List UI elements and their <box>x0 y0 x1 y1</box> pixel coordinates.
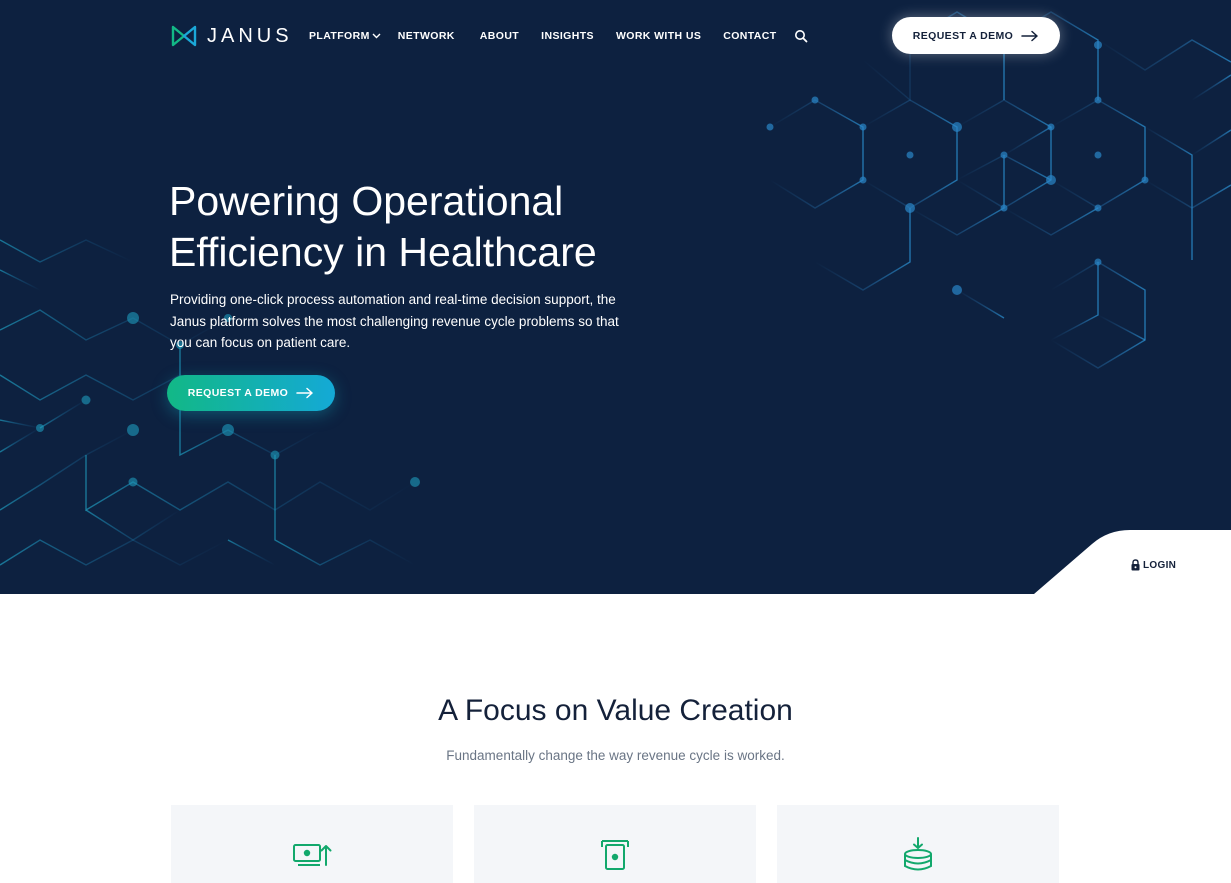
value-section-subtitle: Fundamentally change the way revenue cyc… <box>446 748 785 763</box>
value-section-title: A Focus on Value Creation <box>438 694 793 727</box>
search-icon[interactable] <box>794 29 808 43</box>
nav-item-work-with-us[interactable]: WORK WITH US <box>616 30 701 42</box>
arrow-right-icon <box>296 387 313 399</box>
janus-logo[interactable]: JANUS <box>171 24 293 48</box>
money-upload-icon <box>293 844 332 866</box>
hero-description: Providing one-click process automation a… <box>170 292 619 350</box>
coin-stack-download-icon <box>904 837 932 871</box>
hero-title-line-2: Efficiency in Healthcare <box>169 229 597 275</box>
nav-item-label: NETWORK <box>397 30 455 42</box>
hero-title-line-1: Powering Operational <box>169 178 564 224</box>
value-card <box>777 805 1059 883</box>
login-link[interactable]: LOGIN <box>1131 559 1176 571</box>
nav-item-insights[interactable]: INSIGHTS <box>541 30 594 42</box>
arrow-right-icon <box>1021 30 1038 41</box>
login-label: LOGIN <box>1143 559 1177 571</box>
nav-item-label: CONTACT <box>723 30 777 42</box>
nav-item-contact[interactable]: CONTACT <box>723 30 776 42</box>
nav-item-label: WORK WITH US <box>615 30 702 42</box>
brand-name: JANUS <box>207 24 293 47</box>
hero-section: JANUS PLATFORM NETWORK ABOUT INSIGHTS WO… <box>0 0 1231 594</box>
request-demo-button-header[interactable]: REQUEST A DEMO <box>892 17 1060 54</box>
value-card <box>474 805 756 883</box>
request-demo-button-hero[interactable]: REQUEST A DEMO <box>167 375 335 411</box>
nav-item-network[interactable]: NETWORK <box>398 30 455 42</box>
nav-item-label: INSIGHTS <box>541 30 594 42</box>
cash-withdraw-icon <box>601 840 629 870</box>
lock-icon <box>1131 559 1140 571</box>
chevron-down-icon <box>372 33 381 39</box>
request-demo-label: REQUEST A DEMO <box>187 387 289 399</box>
main-nav: PLATFORM NETWORK ABOUT INSIGHTS WORK WIT… <box>309 28 808 44</box>
nav-item-label: ABOUT <box>479 30 520 42</box>
nav-item-platform[interactable]: PLATFORM <box>309 30 381 42</box>
nav-item-about[interactable]: ABOUT <box>480 30 519 42</box>
value-card <box>171 805 453 883</box>
nav-item-label: PLATFORM <box>309 30 370 42</box>
request-demo-label: REQUEST A DEMO <box>912 29 1014 42</box>
hero-title: Powering Operational Efficiency in Healt… <box>169 176 689 278</box>
janus-logo-icon <box>171 25 197 47</box>
